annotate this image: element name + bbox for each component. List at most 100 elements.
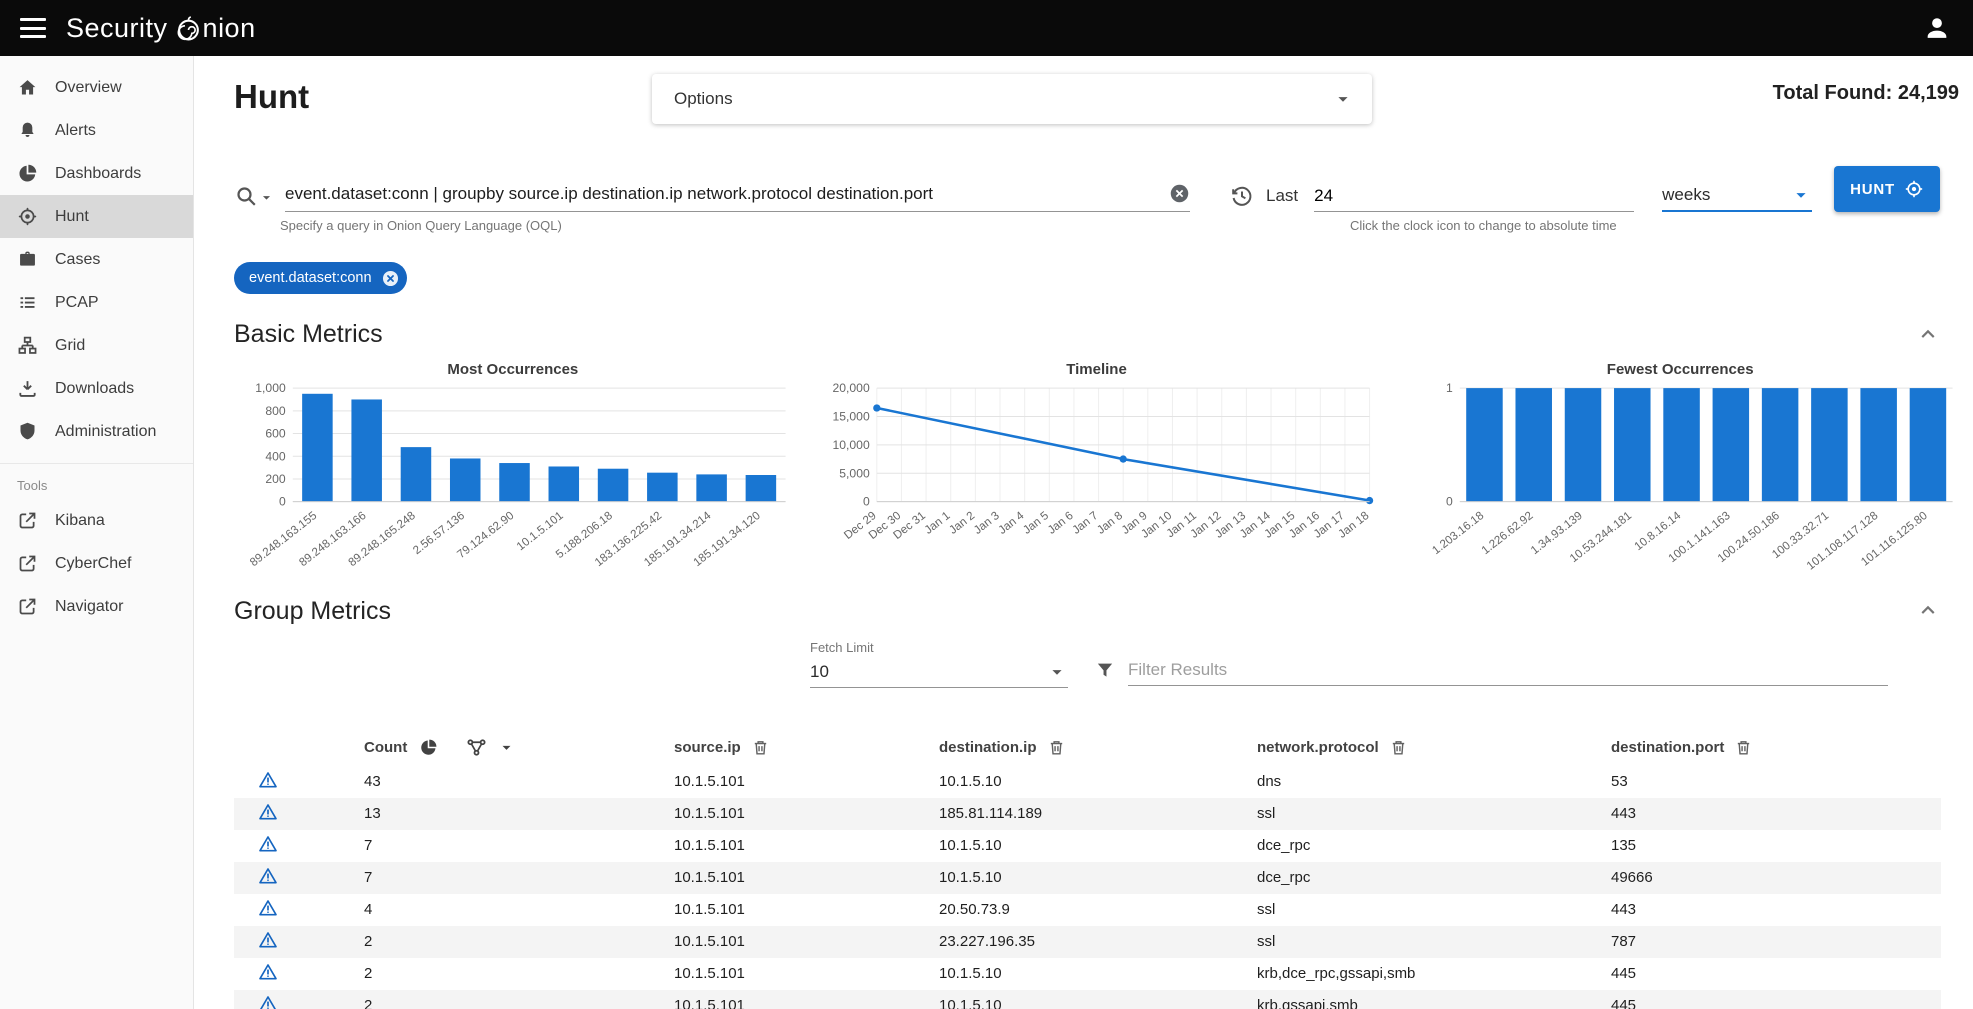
table-row[interactable]: 710.1.5.10110.1.5.10dce_rpc49666 <box>234 862 1941 894</box>
warning-icon[interactable] <box>258 994 278 1009</box>
cell-destination-ip: 23.227.196.35 <box>939 933 1257 950</box>
graph-icon[interactable] <box>466 737 487 758</box>
basic-metrics-title: Basic Metrics <box>234 320 383 349</box>
query-history-chevron-icon[interactable] <box>258 189 275 206</box>
charts-row: Most Occurrences02004006008001,00089.248… <box>234 361 1959 593</box>
relative-time-icon[interactable] <box>1230 184 1254 208</box>
column-header-destination-port[interactable]: destination.port <box>1611 739 1724 756</box>
group-metrics-table: Count source.ip destination.ip network.prot… <box>234 730 1941 1009</box>
sidebar-tool-label: CyberChef <box>55 555 131 573</box>
column-header-network-protocol[interactable]: network.protocol <box>1257 739 1379 756</box>
options-dropdown[interactable]: Options <box>652 74 1372 124</box>
sidebar-item-label: Dashboards <box>55 165 141 183</box>
cell-count: 13 <box>364 805 674 822</box>
cell-source-ip: 10.1.5.101 <box>674 837 939 854</box>
table-row[interactable]: 4310.1.5.10110.1.5.10dns53 <box>234 766 1941 798</box>
shield-icon <box>17 421 38 442</box>
remove-filter-icon[interactable] <box>381 269 400 288</box>
cell-destination-port: 445 <box>1611 965 1941 982</box>
sidebar-item-hunt[interactable]: Hunt <box>0 195 193 238</box>
total-found-label: Total Found: <box>1773 82 1893 104</box>
chart-title: Timeline <box>818 361 1376 378</box>
fetch-limit-select[interactable]: Fetch Limit 10 <box>810 640 1068 688</box>
table-row[interactable]: 410.1.5.10120.50.73.9ssl443 <box>234 894 1941 926</box>
column-header-source-ip[interactable]: source.ip <box>674 739 741 756</box>
table-row[interactable]: 210.1.5.10123.227.196.35ssl787 <box>234 926 1941 958</box>
query-input[interactable] <box>285 184 1169 204</box>
warning-icon[interactable] <box>258 802 278 822</box>
sidebar-tool-label: Kibana <box>55 512 105 530</box>
remove-column-icon[interactable] <box>1734 738 1753 757</box>
cell-destination-ip: 10.1.5.10 <box>939 869 1257 886</box>
sidebar-item-alerts[interactable]: Alerts <box>0 109 193 152</box>
cell-destination-ip: 10.1.5.10 <box>939 773 1257 790</box>
table-row[interactable]: 1310.1.5.101185.81.114.189ssl443 <box>234 798 1941 830</box>
cell-destination-ip: 185.81.114.189 <box>939 805 1257 822</box>
column-header-destination-ip[interactable]: destination.ip <box>939 739 1037 756</box>
remove-column-icon[interactable] <box>751 738 770 757</box>
chevron-down-icon[interactable] <box>497 738 516 757</box>
table-row[interactable]: 210.1.5.10110.1.5.10krb,dce_rpc,gssapi,s… <box>234 958 1941 990</box>
menu-icon[interactable] <box>20 18 46 38</box>
search-icon[interactable] <box>234 184 258 208</box>
column-header-count[interactable]: Count <box>364 739 407 756</box>
brand-suffix: nion <box>203 13 256 44</box>
cell-source-ip: 10.1.5.101 <box>674 997 939 1009</box>
cell-destination-port: 787 <box>1611 933 1941 950</box>
warning-icon[interactable] <box>258 898 278 918</box>
cell-count: 43 <box>364 773 674 790</box>
sidebar-item-pcap[interactable]: PCAP <box>0 281 193 324</box>
cell-source-ip: 10.1.5.101 <box>674 933 939 950</box>
basic-metrics-collapse-icon[interactable] <box>1915 322 1941 348</box>
sidebar-tool-cyberchef[interactable]: CyberChef <box>0 542 193 585</box>
sidebar-item-cases[interactable]: Cases <box>0 238 193 281</box>
warning-icon[interactable] <box>258 834 278 854</box>
chart-plot[interactable]: 02004006008001,00089.248.163.15589.248.1… <box>234 380 792 593</box>
filter-results-input[interactable] <box>1128 656 1888 686</box>
warning-icon[interactable] <box>258 962 278 982</box>
chart-plot[interactable]: 011.203.16.181.226.62.921.34.93.13910.53… <box>1401 380 1959 593</box>
table-row[interactable]: 710.1.5.10110.1.5.10dce_rpc135 <box>234 830 1941 862</box>
duration-unit-value: weeks <box>1662 185 1710 205</box>
warning-icon[interactable] <box>258 866 278 886</box>
sidebar-item-administration[interactable]: Administration <box>0 410 193 453</box>
warning-icon[interactable] <box>258 770 278 790</box>
sitemap-icon <box>17 335 38 356</box>
bell-icon <box>17 120 38 141</box>
duration-input[interactable] <box>1314 180 1634 212</box>
user-avatar-icon[interactable] <box>1923 13 1953 43</box>
pie-chart-icon[interactable] <box>419 738 438 757</box>
remove-column-icon[interactable] <box>1047 738 1066 757</box>
cell-source-ip: 10.1.5.101 <box>674 773 939 790</box>
sidebar-item-grid[interactable]: Grid <box>0 324 193 367</box>
chart-plot[interactable]: 05,00010,00015,00020,000Dec 29Dec 30Dec … <box>818 380 1376 593</box>
crosshair-icon <box>17 206 38 227</box>
hunt-button[interactable]: HUNT <box>1834 166 1940 212</box>
table-row[interactable]: 210.1.5.10110.1.5.10krb,gssapi,smb445 <box>234 990 1941 1009</box>
clear-query-icon[interactable] <box>1169 183 1190 204</box>
duration-unit-select[interactable]: weeks <box>1662 179 1812 212</box>
table-header: Count source.ip destination.ip network.prot… <box>234 730 1941 766</box>
cell-network-protocol: krb,dce_rpc,gssapi,smb <box>1257 965 1611 982</box>
warning-icon[interactable] <box>258 930 278 950</box>
svg-text:1.226.62.92: 1.226.62.92 <box>1479 509 1536 557</box>
fetch-limit-label: Fetch Limit <box>810 640 1068 655</box>
sidebar-item-downloads[interactable]: Downloads <box>0 367 193 410</box>
group-metrics-collapse-icon[interactable] <box>1915 598 1941 624</box>
sidebar-tool-kibana[interactable]: Kibana <box>0 499 193 542</box>
main-content: Hunt Options Total Found: 24,199 <box>194 56 1973 1009</box>
svg-text:Jan 8: Jan 8 <box>1094 509 1124 537</box>
cell-source-ip: 10.1.5.101 <box>674 965 939 982</box>
cell-count: 2 <box>364 933 674 950</box>
sidebar-item-dashboards[interactable]: Dashboards <box>0 152 193 195</box>
filter-chip[interactable]: event.dataset:conn <box>234 262 407 294</box>
cell-network-protocol: dce_rpc <box>1257 869 1611 886</box>
cell-network-protocol: krb,gssapi,smb <box>1257 997 1611 1009</box>
remove-column-icon[interactable] <box>1389 738 1408 757</box>
external-link-icon <box>17 553 38 574</box>
sidebar-tools-header: Tools <box>0 463 193 499</box>
sidebar-item-overview[interactable]: Overview <box>0 66 193 109</box>
topbar: Security nion <box>0 0 1973 56</box>
sidebar-item-label: Hunt <box>55 208 89 226</box>
sidebar-tool-navigator[interactable]: Navigator <box>0 585 193 628</box>
